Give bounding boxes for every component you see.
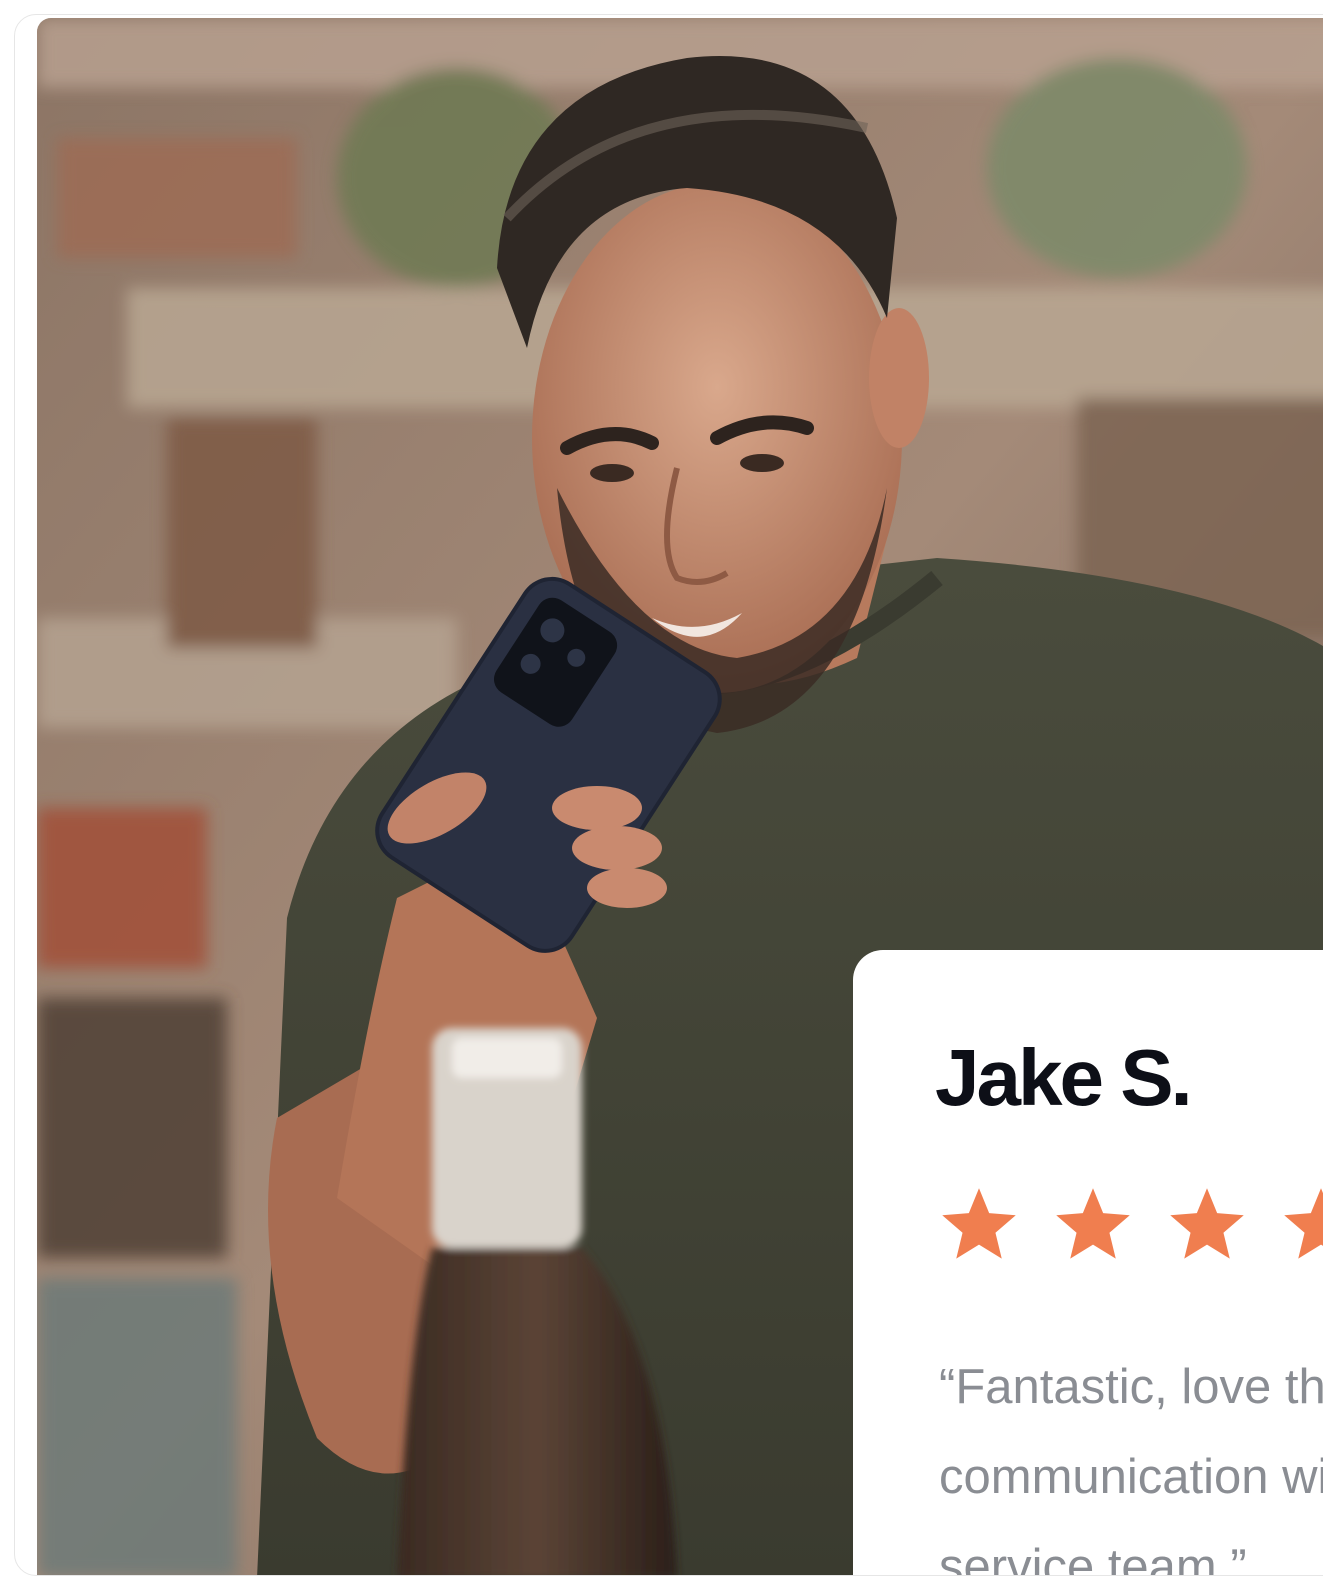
reviewer-name: Jake S. — [935, 1033, 1193, 1122]
star-icon — [1056, 1188, 1130, 1259]
star-rating — [937, 1183, 1323, 1267]
star-icon — [942, 1188, 1016, 1259]
review-quote: “Fantastic, love the communication with … — [939, 1360, 1323, 1576]
review-card: Jake S. “Fantastic, love the communicati… — [853, 950, 1323, 1576]
testimonial-frame: Jake S. “Fantastic, love the communicati… — [14, 14, 1323, 1576]
star-icon — [1284, 1188, 1323, 1259]
star-icon — [1170, 1188, 1244, 1259]
